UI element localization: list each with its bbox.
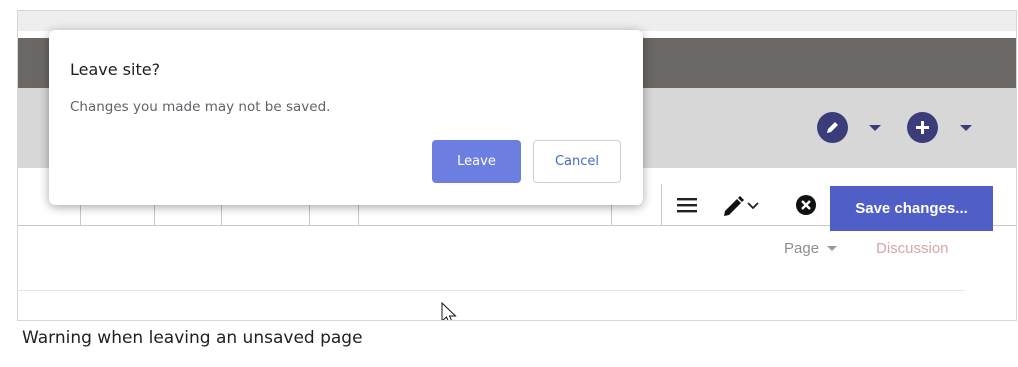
plus-icon bbox=[916, 121, 929, 134]
mouse-pointer-icon bbox=[441, 302, 457, 320]
toolbar-separator bbox=[661, 184, 662, 225]
tab-discussion[interactable]: Discussion bbox=[876, 240, 949, 257]
edit-menu-dropdown-caret[interactable] bbox=[869, 125, 881, 131]
close-circle-icon[interactable] bbox=[793, 186, 819, 222]
image-caption: Warning when leaving an unsaved page bbox=[22, 328, 363, 348]
create-menu-dropdown-caret[interactable] bbox=[960, 125, 972, 131]
dialog-title: Leave site? bbox=[70, 60, 161, 79]
pencil-icon bbox=[827, 122, 838, 133]
hamburger-menu-icon[interactable] bbox=[670, 186, 704, 222]
save-changes-button[interactable]: Save changes... bbox=[830, 186, 993, 231]
cancel-button[interactable]: Cancel bbox=[533, 140, 621, 183]
pencil-icon[interactable] bbox=[718, 186, 748, 222]
edit-menu-button[interactable] bbox=[817, 112, 848, 143]
caret-down-icon bbox=[827, 246, 838, 251]
chevron-down-icon[interactable] bbox=[745, 186, 761, 222]
leave-site-dialog: Leave site? Changes you made may not be … bbox=[49, 30, 643, 205]
leave-button[interactable]: Leave bbox=[432, 140, 521, 183]
tab-page-label: Page bbox=[784, 240, 820, 257]
tab-discussion-label: Discussion bbox=[876, 240, 949, 257]
dialog-message: Changes you made may not be saved. bbox=[70, 99, 331, 115]
content-divider bbox=[18, 290, 964, 291]
browser-top-strip bbox=[18, 11, 1016, 31]
tab-page[interactable]: Page bbox=[784, 240, 838, 257]
create-menu-button[interactable] bbox=[907, 112, 938, 143]
